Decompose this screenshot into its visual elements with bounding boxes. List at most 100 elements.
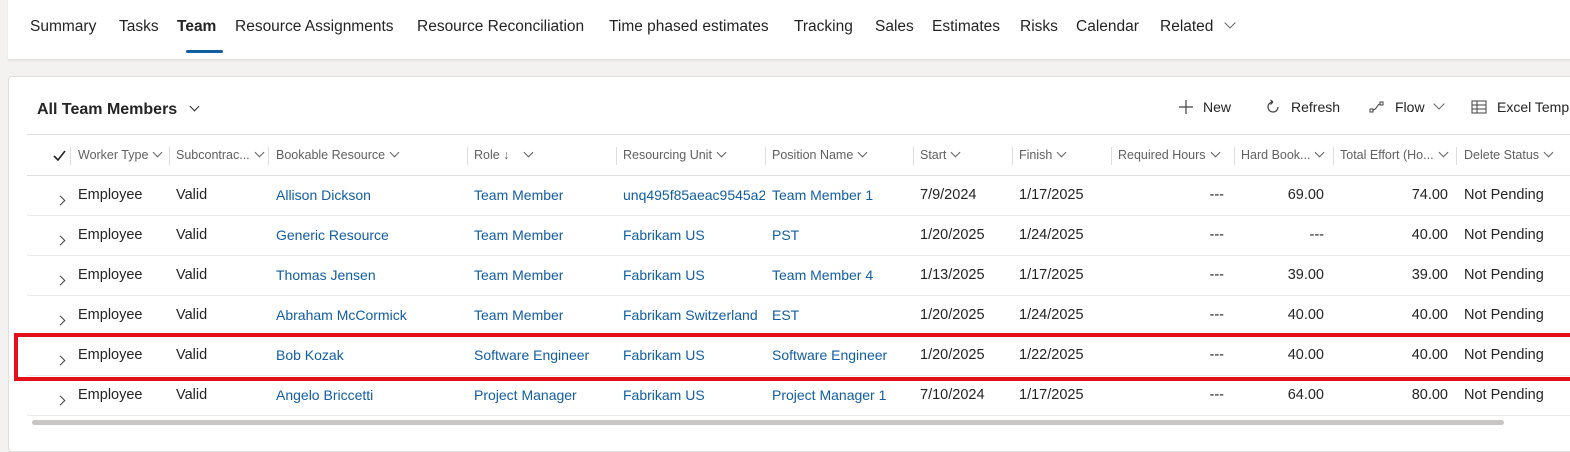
cell-bookable-resource[interactable]: Thomas Jensen <box>276 255 376 295</box>
chevron-right-icon[interactable] <box>55 351 66 369</box>
cell-role[interactable]: Project Manager <box>474 375 577 415</box>
cell-position-name[interactable]: Team Member 1 <box>772 175 873 215</box>
chevron-down-icon <box>189 101 200 112</box>
cell-required-hours: --- <box>1209 187 1225 203</box>
refresh-icon <box>1267 99 1279 113</box>
chevron-down-icon <box>1315 147 1325 157</box>
tab-summary[interactable]: Summary <box>30 18 96 36</box>
tab-resource-assignments[interactable]: Resource Assignments <box>235 18 394 36</box>
chevron-right-icon[interactable] <box>55 391 66 409</box>
refresh-button[interactable]: Refresh <box>1265 99 1340 115</box>
column-label: Start <box>920 148 947 162</box>
view-title: All Team Members <box>37 101 178 118</box>
tab-calendar[interactable]: Calendar <box>1076 18 1139 36</box>
column-header-position-name[interactable]: Position Name <box>772 135 868 175</box>
column-header-bookable-resource[interactable]: Bookable Resource <box>276 135 400 175</box>
column-label: Resourcing Unit <box>623 148 712 162</box>
chevron-right-icon[interactable] <box>55 191 66 209</box>
cell-position-name[interactable]: Project Manager 1 <box>772 375 886 415</box>
cell-required-hours: --- <box>1209 347 1225 363</box>
chevron-down-icon <box>1438 147 1449 157</box>
tab-related[interactable]: Related <box>1160 17 1236 36</box>
tab-estimates[interactable]: Estimates <box>932 18 1000 36</box>
cell-position-name[interactable]: Team Member 4 <box>772 255 873 295</box>
column-header-total-effort[interactable]: Total Effort (Ho... <box>1340 135 1449 175</box>
cell-role[interactable]: Team Member <box>474 175 563 215</box>
column-header-finish[interactable]: Finish <box>1019 135 1067 175</box>
table-row-highlighted[interactable]: Employee Valid Bob Kozak Software Engine… <box>27 335 1570 376</box>
chevron-down-icon <box>389 147 400 157</box>
view-selector[interactable]: All Team Members <box>37 101 200 119</box>
table-row[interactable]: Employee Valid Thomas Jensen Team Member… <box>27 255 1570 296</box>
cell-position-name[interactable]: Software Engineer <box>772 335 887 375</box>
column-header-worker-type[interactable]: Worker Type <box>78 135 163 175</box>
table-row[interactable]: Employee Valid Angelo Briccetti Project … <box>27 375 1570 416</box>
cell-hard-booked: 39.00 <box>1287 267 1324 283</box>
cell-role[interactable]: Team Member <box>474 295 563 335</box>
column-label: Finish <box>1019 148 1053 162</box>
chevron-right-icon[interactable] <box>55 271 66 289</box>
chevron-right-icon[interactable] <box>55 311 66 329</box>
column-label: Bookable Resource <box>276 148 386 162</box>
column-label: Hard Book... <box>1241 148 1311 162</box>
cell-bookable-resource[interactable]: Bob Kozak <box>276 335 344 375</box>
table-row[interactable]: Employee Valid Allison Dickson Team Memb… <box>27 175 1570 216</box>
cell-position-name[interactable]: EST <box>772 295 799 335</box>
cell-required-hours: --- <box>1209 227 1225 243</box>
cell-resourcing-unit[interactable]: Fabrikam US <box>623 375 765 415</box>
cell-bookable-resource[interactable]: Allison Dickson <box>276 175 371 215</box>
column-separator <box>1012 147 1013 165</box>
flow-button[interactable]: Flow <box>1369 98 1445 115</box>
column-label: Position Name <box>772 148 854 162</box>
flow-button-label: Flow <box>1395 99 1425 115</box>
tab-resource-reconciliation[interactable]: Resource Reconciliation <box>417 18 584 36</box>
horizontal-scrollbar[interactable] <box>32 420 1504 425</box>
chevron-right-icon[interactable] <box>55 231 66 249</box>
tab-time-phased-estimates[interactable]: Time phased estimates <box>609 18 769 36</box>
tab-tracking[interactable]: Tracking <box>794 18 853 36</box>
cell-bookable-resource[interactable]: Angelo Briccetti <box>276 375 373 415</box>
cell-resourcing-unit[interactable]: Fabrikam US <box>623 255 765 295</box>
cell-resourcing-unit[interactable]: Fabrikam US <box>623 215 765 255</box>
column-label: Subcontrac... <box>176 148 250 162</box>
team-grid-card: All Team Members New Refresh Flow Excel … <box>8 76 1570 452</box>
new-button[interactable]: New <box>1179 99 1231 115</box>
column-label: Total Effort (Ho... <box>1340 148 1434 162</box>
table-row[interactable]: Employee Valid Generic Resource Team Mem… <box>27 215 1570 256</box>
tab-sales[interactable]: Sales <box>875 18 914 36</box>
column-separator <box>1111 147 1112 165</box>
select-all-checkmark-icon[interactable] <box>53 148 66 166</box>
cell-role[interactable]: Team Member <box>474 215 563 255</box>
column-header-role[interactable]: Role ↓ <box>474 135 534 175</box>
tab-risks[interactable]: Risks <box>1020 18 1058 36</box>
excel-templates-button[interactable]: Excel Temp <box>1471 99 1569 115</box>
tab-bar: Summary Tasks Team Resource Assignments … <box>8 0 1570 60</box>
column-header-subcontract[interactable]: Subcontrac... <box>176 135 265 175</box>
cell-delete-status: Not Pending <box>1464 187 1544 203</box>
chevron-down-icon <box>857 147 868 157</box>
cell-role[interactable]: Software Engineer <box>474 335 589 375</box>
column-separator <box>268 147 269 165</box>
column-header-hard-booked[interactable]: Hard Book... <box>1241 135 1325 175</box>
cell-bookable-resource[interactable]: Generic Resource <box>276 215 389 255</box>
cell-resourcing-unit[interactable]: Fabrikam Switzerland <box>623 295 765 335</box>
cell-start: 7/10/2024 <box>920 387 985 403</box>
column-header-start[interactable]: Start <box>920 135 961 175</box>
column-header-required-hours[interactable]: Required Hours <box>1118 135 1220 175</box>
table-row[interactable]: Employee Valid Abraham McCormick Team Me… <box>27 295 1570 336</box>
column-separator <box>616 147 617 165</box>
cell-role[interactable]: Team Member <box>474 255 563 295</box>
cell-bookable-resource[interactable]: Abraham McCormick <box>276 295 407 335</box>
cell-subcontract: Valid <box>176 347 208 363</box>
column-header-delete-status[interactable]: Delete Status <box>1464 135 1554 175</box>
cell-resourcing-unit[interactable]: unq495f85aeac9545a2a <box>623 175 765 215</box>
cell-subcontract: Valid <box>176 267 208 283</box>
cell-finish: 1/17/2025 <box>1019 387 1084 403</box>
column-header-resourcing-unit[interactable]: Resourcing Unit <box>623 135 727 175</box>
chevron-down-icon <box>1543 147 1554 157</box>
tab-team[interactable]: Team <box>177 18 216 36</box>
cell-position-name[interactable]: PST <box>772 215 799 255</box>
cell-total-effort: 40.00 <box>1411 307 1448 323</box>
tab-tasks[interactable]: Tasks <box>119 18 159 36</box>
cell-resourcing-unit[interactable]: Fabrikam US <box>623 335 765 375</box>
